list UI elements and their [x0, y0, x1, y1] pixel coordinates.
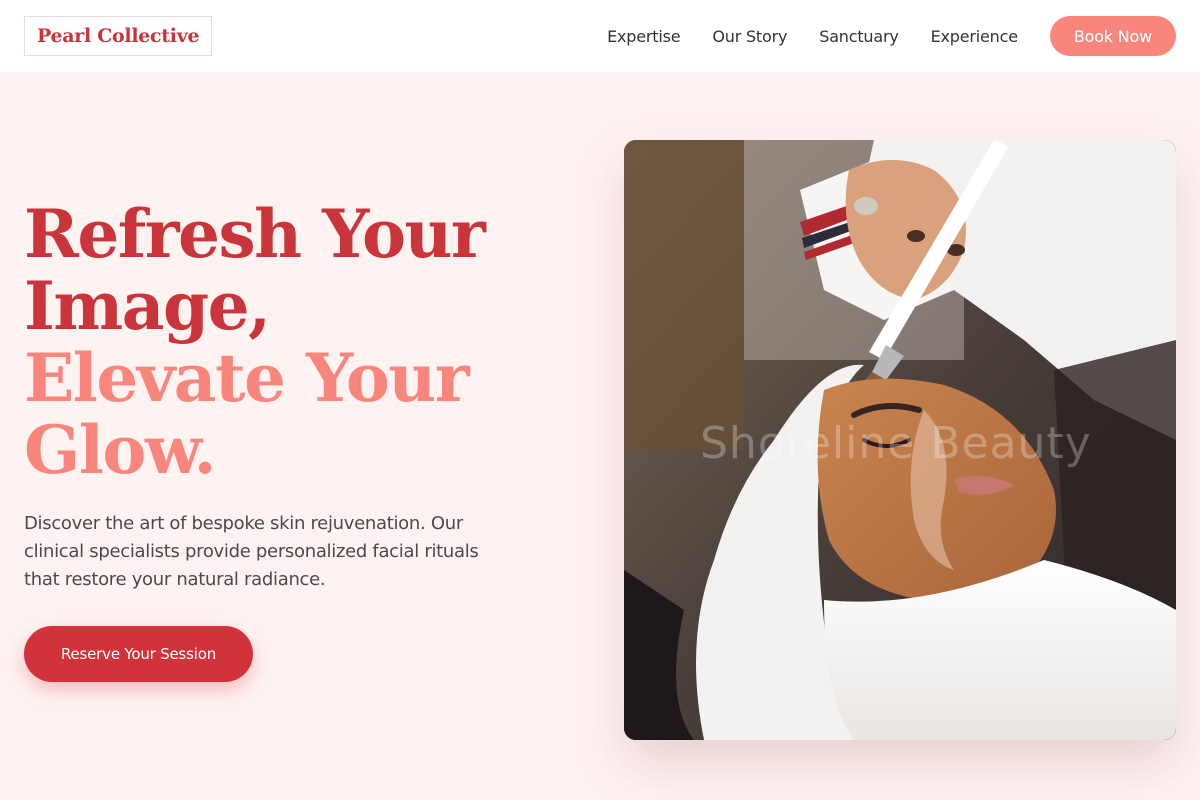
- hero-title: Refresh Your Image, Elevate Your Glow.: [24, 198, 584, 486]
- hero-title-line-3: Elevate Your: [24, 339, 470, 417]
- main-nav: Expertise Our Story Sanctuary Experience…: [607, 16, 1176, 56]
- nav-link-expertise[interactable]: Expertise: [607, 27, 680, 46]
- site-header: Pearl Collective Expertise Our Story San…: [0, 0, 1200, 72]
- book-now-button[interactable]: Book Now: [1049, 16, 1176, 56]
- hero-title-line-4: Glow.: [24, 411, 217, 489]
- hero-description: Discover the art of bespoke skin rejuven…: [24, 513, 479, 590]
- nav-link-our-story[interactable]: Our Story: [712, 27, 787, 46]
- nav-link-sanctuary[interactable]: Sanctuary: [819, 27, 899, 46]
- image-watermark: Shoreline Beauty: [700, 418, 1092, 469]
- hero-title-line-1: Refresh Your: [24, 195, 486, 273]
- nav-link-experience[interactable]: Experience: [931, 27, 1018, 46]
- reserve-session-button[interactable]: Reserve Your Session: [24, 626, 253, 682]
- hero-title-line-2: Image,: [24, 267, 271, 345]
- brand-logo[interactable]: Pearl Collective: [24, 16, 213, 56]
